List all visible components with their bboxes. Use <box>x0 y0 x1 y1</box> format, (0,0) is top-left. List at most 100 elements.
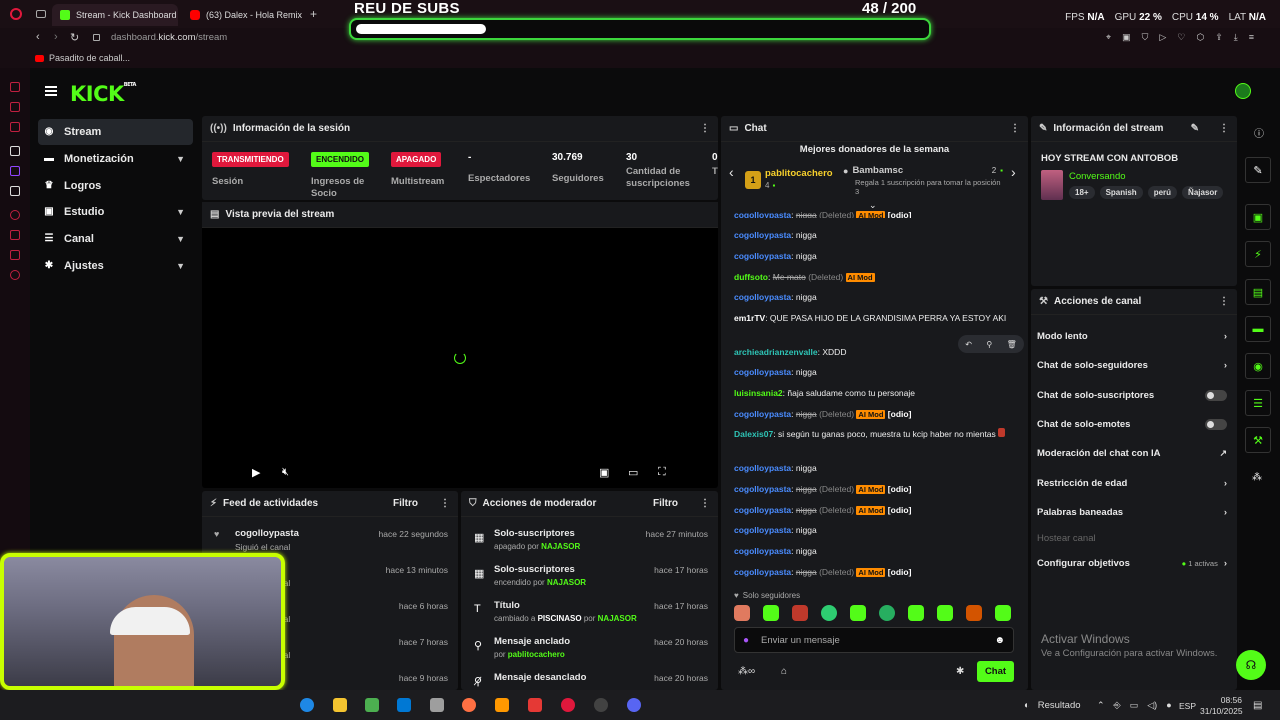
hamburger-menu-icon[interactable] <box>45 86 57 96</box>
app-icon[interactable] <box>528 698 542 712</box>
chat-username[interactable]: cogolloypasta <box>734 463 791 473</box>
chat-message[interactable]: cogolloypasta: nigga (Deleted) AI Mod [o… <box>734 209 1024 218</box>
channel-action-row[interactable]: Chat de solo-suscriptores <box>1037 388 1227 402</box>
shield-icon[interactable]: ⛉ <box>1142 32 1149 43</box>
chat-username[interactable]: duffsoto <box>734 272 768 282</box>
store-taskbar-icon[interactable] <box>365 698 379 712</box>
chat-message[interactable]: Dalexis07: si según tu ganas poco, muest… <box>734 428 1024 441</box>
chat-username[interactable]: cogolloypasta <box>734 546 791 556</box>
extensions-side-icon[interactable] <box>10 250 20 260</box>
theater-icon[interactable]: ▭ <box>628 466 638 479</box>
kick-logo[interactable]: KICKBETA <box>70 82 136 106</box>
instagram-icon[interactable] <box>10 122 20 132</box>
chat-message[interactable]: cogolloypasta: nigga <box>734 366 1024 379</box>
emote-icon[interactable] <box>879 605 895 621</box>
heart-icon[interactable]: ♡ <box>1177 32 1185 43</box>
chat-message[interactable]: cogolloypasta: nigga (Deleted) AI Mod [o… <box>734 504 1024 517</box>
channel-action-row[interactable]: Modo lento › <box>1037 329 1227 343</box>
donor-1[interactable]: 1 pablitocachero 4 ▪ <box>745 168 833 191</box>
more-options-icon[interactable]: ⋮ <box>440 498 450 509</box>
bookmarks-icon[interactable] <box>10 230 20 240</box>
tools-rail-icon[interactable]: ⚒ <box>1245 427 1271 453</box>
chat-username[interactable]: cogolloypasta <box>734 210 791 218</box>
firefox-icon[interactable] <box>462 698 476 712</box>
mute-icon[interactable]: 🔇︎ <box>282 466 289 479</box>
channel-action-row[interactable]: Palabras baneadas › <box>1037 505 1227 519</box>
emote-icon[interactable] <box>821 605 837 621</box>
play-icon[interactable]: ▶ <box>252 466 260 479</box>
support-button[interactable]: ☊ <box>1236 650 1266 680</box>
chat-send-button[interactable]: Chat <box>977 661 1014 682</box>
sidebar-item-monetizacion[interactable]: ▬ Monetización ▼ <box>38 146 193 172</box>
weather-widget[interactable]: ◐ Resultado <box>1024 700 1081 711</box>
chat-input[interactable]: ● Enviar un mensaje ☻ <box>734 627 1014 653</box>
chat-message[interactable]: cogolloypasta: nigga (Deleted) AI Mod [o… <box>734 566 1024 579</box>
mod-action-row[interactable]: ▦ Solo-suscriptores apagado por NAJASOR … <box>461 525 718 559</box>
extensions-icon[interactable]: ⬡ <box>1196 32 1204 43</box>
chat-message[interactable]: em1rTV: QUE PASA HIJO DE LA GRANDISIMA P… <box>734 312 1024 325</box>
clip-rail-icon[interactable]: ▣ <box>1245 204 1271 230</box>
more-options-icon[interactable]: ⋮ <box>1219 123 1229 134</box>
tab-overview-icon[interactable] <box>36 10 46 18</box>
tag-chip[interactable]: 18+ <box>1069 186 1095 199</box>
outlook-icon[interactable] <box>397 698 411 712</box>
more-options-icon[interactable]: ⋮ <box>700 498 710 509</box>
snapshot-icon[interactable]: ⌖ <box>1106 32 1111 43</box>
toggle-switch[interactable] <box>1205 418 1227 430</box>
chat-username[interactable]: cogolloypasta <box>734 230 791 240</box>
settings-side-icon[interactable] <box>10 270 20 280</box>
chat-message[interactable]: cogolloypasta: nigga (Deleted) AI Mod [o… <box>734 483 1024 496</box>
forward-icon[interactable]: › <box>54 31 58 43</box>
sidebar-item-ajustes[interactable]: ✱ Ajustes ▼ <box>38 253 193 279</box>
emote-icon[interactable] <box>937 605 953 621</box>
mod-action-row[interactable]: T Título cambiado a PISCINASO por NAJASO… <box>461 597 718 631</box>
more-options-icon[interactable]: ⋮ <box>700 123 710 134</box>
tag-chip[interactable]: Ñajasor <box>1182 186 1224 199</box>
clock[interactable]: 08:56 31/10/2025 <box>1200 695 1243 717</box>
twitch-icon[interactable] <box>10 166 20 176</box>
mic-tray-icon[interactable]: ● <box>1166 700 1171 711</box>
user-avatar[interactable] <box>1235 83 1251 99</box>
screenshot-icon[interactable]: ▣ <box>1122 32 1131 43</box>
back-icon[interactable]: ‹ <box>36 31 40 43</box>
chat-rail-icon[interactable]: ▬ <box>1245 316 1271 342</box>
mod-action-row[interactable]: ⚲̸ Mensaje desanclado hace 20 horas <box>461 669 718 690</box>
emote-icon[interactable] <box>908 605 924 621</box>
bookmark-item[interactable]: Pasadito de caball... <box>35 53 130 63</box>
tag-chip[interactable]: Spanish <box>1099 186 1143 199</box>
channel-action-row[interactable]: Chat de solo-emotes <box>1037 417 1227 431</box>
chat-message[interactable]: luisinsania2: ñaja saludame como tu pers… <box>734 387 1024 400</box>
chat-username[interactable]: cogolloypasta <box>734 567 791 577</box>
vlc-icon[interactable] <box>495 698 509 712</box>
chat-username[interactable]: cogolloypasta <box>734 409 791 419</box>
chat-username[interactable]: cogolloypasta <box>734 505 791 515</box>
donor-2[interactable]: ● Bambamsc 2 ▪ Regala 1 suscripción para… <box>843 165 1003 196</box>
sidebar-item-stream[interactable]: ◉ Stream <box>38 119 193 145</box>
broadcast-rail-icon[interactable]: ◉ <box>1245 353 1271 379</box>
tag-chip[interactable]: perú <box>1147 186 1178 199</box>
mic-icon[interactable]: ● <box>743 635 749 646</box>
share-icon[interactable]: ⇪ <box>1215 32 1223 43</box>
donors-prev-icon[interactable]: ‹ <box>729 164 734 180</box>
chat-username[interactable]: cogolloypasta <box>734 525 791 535</box>
messenger-icon[interactable] <box>10 82 20 92</box>
network-icon[interactable]: ▭ <box>1130 700 1139 711</box>
users-icon[interactable]: ⁂ <box>1252 472 1262 483</box>
chat-message[interactable]: cogolloypasta: nigga <box>734 229 1024 242</box>
chat-username[interactable]: cogolloypasta <box>734 292 791 302</box>
chat-username[interactable]: Dalexis07 <box>734 429 773 439</box>
new-tab-button[interactable]: + <box>310 7 317 21</box>
emote-icon[interactable] <box>966 605 982 621</box>
opera-taskbar-icon[interactable] <box>561 698 575 712</box>
tab-kick-dashboard[interactable]: Stream - Kick Dashboard <box>52 4 178 26</box>
emote-icon[interactable] <box>734 605 750 621</box>
reload-icon[interactable]: ↻ <box>70 31 79 44</box>
toggle-switch[interactable] <box>1205 389 1227 401</box>
edge-icon[interactable] <box>300 698 314 712</box>
tiktok-icon[interactable] <box>10 146 20 156</box>
notifications-icon[interactable]: ▤ <box>1253 700 1262 711</box>
pin-icon[interactable]: ⚲ <box>986 340 992 349</box>
more-options-icon[interactable]: ⋮ <box>1219 296 1229 307</box>
list-rail-icon[interactable]: ☰ <box>1245 390 1271 416</box>
chat-message[interactable]: cogolloypasta: nigga (Deleted) AI Mod [o… <box>734 408 1024 421</box>
